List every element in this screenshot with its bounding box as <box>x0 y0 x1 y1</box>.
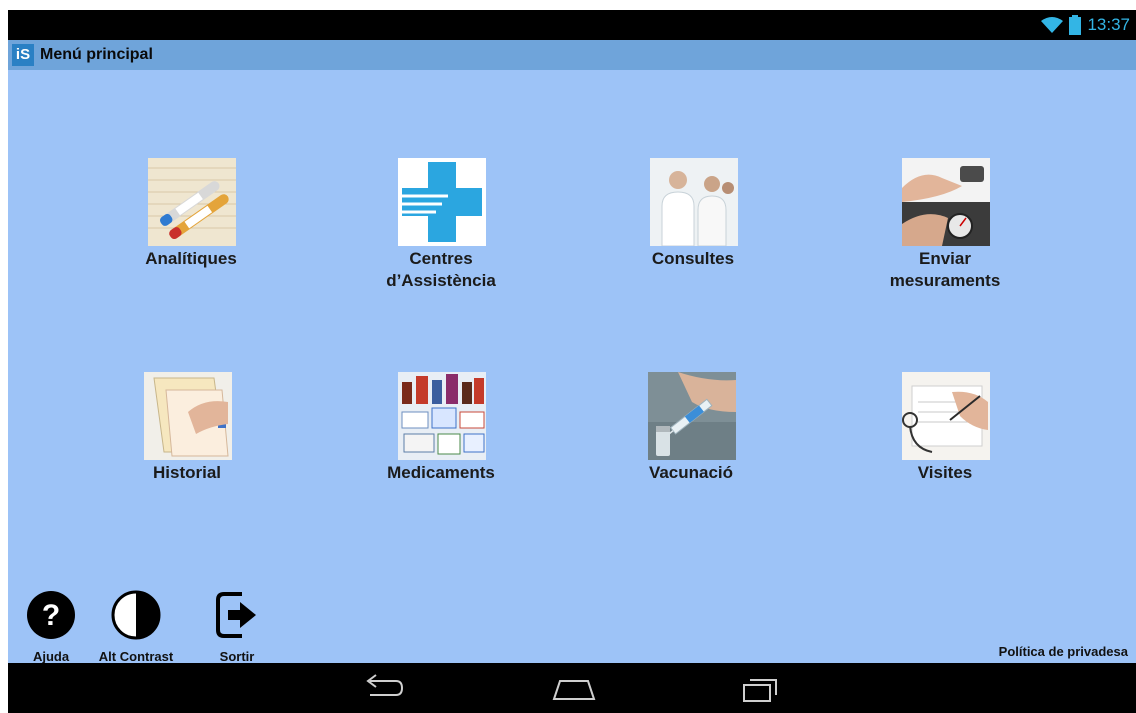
menu-tile-label: Visites <box>917 463 973 482</box>
contrast-label: Alt Contrast <box>98 649 174 664</box>
device-screen: 13:37 iS Menú principal Analítiques Cent… <box>8 10 1136 713</box>
exit-icon <box>216 592 256 638</box>
app-logo[interactable]: iS <box>12 44 34 66</box>
recent-apps-button[interactable] <box>730 671 790 705</box>
help-icon: ? <box>27 591 75 639</box>
exit-button[interactable]: Sortir <box>212 590 262 664</box>
medicines-icon <box>398 372 486 460</box>
appointment-icon <box>902 372 990 460</box>
medical-cross-icon <box>398 158 486 246</box>
menu-tile-centres[interactable]: Centres d’Assistència <box>356 158 526 308</box>
menu-tile-analitiques[interactable]: Analítiques <box>106 158 276 288</box>
battery-icon <box>1069 15 1082 35</box>
doctors-icon <box>650 158 738 246</box>
menu-tile-label: Analítiques <box>145 249 237 268</box>
menu-tile-label: Consultes <box>651 249 735 268</box>
help-button[interactable]: ? Ajuda <box>26 590 76 664</box>
menu-tile-label: Medicaments <box>387 463 495 482</box>
menu-tile-label: Centres d’Assistència <box>386 249 496 290</box>
lab-tubes-icon <box>148 158 236 246</box>
home-icon <box>552 680 596 700</box>
menu-tile-medicaments[interactable]: Medicaments <box>356 372 526 502</box>
status-bar: 13:37 <box>8 10 1136 40</box>
contrast-icon <box>111 590 161 640</box>
menu-tile-consultes[interactable]: Consultes <box>608 158 778 288</box>
action-bar: iS Menú principal <box>8 40 1136 70</box>
main-menu: Analítiques Centres d’Assistència Consul… <box>8 70 1136 664</box>
menu-tile-visites[interactable]: Visites <box>860 372 1030 502</box>
page-title: Menú principal <box>40 46 153 63</box>
menu-tile-label: Historial <box>152 463 222 482</box>
menu-tile-historial[interactable]: Historial <box>102 372 272 502</box>
status-icons: 13:37 <box>1041 10 1130 40</box>
medical-record-icon <box>144 372 232 460</box>
wifi-icon <box>1041 17 1064 33</box>
back-icon <box>366 674 404 696</box>
privacy-policy-link[interactable]: Política de privadesa <box>999 644 1128 659</box>
navigation-bar <box>8 663 1136 713</box>
exit-label: Sortir <box>219 649 255 664</box>
syringe-icon <box>648 372 736 460</box>
menu-tile-enviar-mesuraments[interactable]: Enviar mesuraments <box>860 158 1030 308</box>
status-time: 13:37 <box>1087 15 1130 34</box>
recent-apps-icon <box>743 679 777 702</box>
back-button[interactable] <box>352 671 412 705</box>
home-button[interactable] <box>544 671 604 705</box>
menu-tile-label: Vacunació <box>648 463 734 482</box>
help-glyph: ? <box>42 599 60 632</box>
menu-tile-vacunacio[interactable]: Vacunació <box>606 372 776 502</box>
menu-tile-label: Enviar mesuraments <box>889 249 1001 290</box>
measurements-icon <box>902 158 990 246</box>
contrast-button[interactable]: Alt Contrast <box>96 590 176 664</box>
help-label: Ajuda <box>32 649 70 664</box>
